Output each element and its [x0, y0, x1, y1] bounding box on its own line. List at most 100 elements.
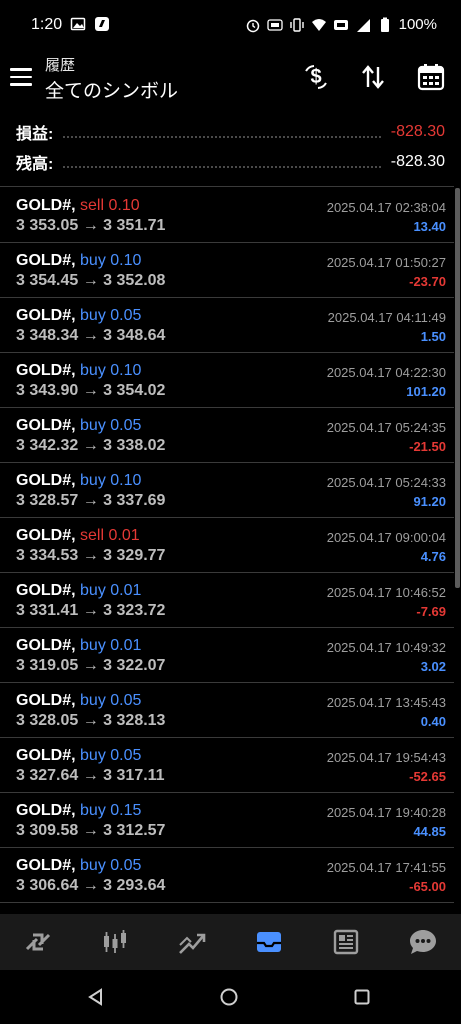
battery-percent: 100% — [398, 16, 437, 33]
bottom-navigation — [0, 914, 461, 970]
trade-row[interactable]: GOLD#, buy 0.10 3 354.45 → 3 352.08 2025.0… — [0, 243, 454, 298]
trade-row[interactable]: GOLD#, buy 0.15 3 309.58 → 3 312.57 2025.0… — [0, 793, 454, 848]
nav-news[interactable] — [307, 914, 384, 970]
trade-profit: 44.85 — [413, 824, 446, 839]
trade-side: buy — [80, 692, 106, 709]
trade-time: 2025.04.17 04:11:49 — [327, 310, 446, 325]
trade-profit: 4.76 — [420, 549, 446, 564]
trade-symbol-line: GOLD#, sell 0.10 — [16, 197, 140, 215]
status-notification-icons — [70, 16, 110, 32]
trade-symbol-line: GOLD#, buy 0.15 — [16, 802, 141, 820]
trade-volume: 0.10 — [110, 252, 142, 269]
trade-volume: 0.10 — [110, 362, 142, 379]
trade-profit: 1.50 — [420, 329, 446, 344]
system-back-button[interactable] — [86, 987, 106, 1007]
trade-symbol: GOLD#, — [16, 252, 76, 269]
trade-row[interactable]: GOLD#, buy 0.10 3 328.57 → 3 337.69 2025.0… — [0, 463, 454, 518]
menu-icon-bar — [10, 75, 32, 79]
trade-time: 2025.04.17 05:24:33 — [326, 475, 446, 490]
currency-exchange-icon: $ — [305, 65, 327, 89]
nav-quotes[interactable] — [0, 914, 77, 970]
list-scrollbar[interactable] — [455, 188, 460, 588]
app-notification-icon — [94, 16, 110, 32]
trade-open-close-prices: 3 331.41 → 3 323.72 — [16, 602, 166, 619]
symbol-filter-title[interactable]: 全てのシンボル — [45, 76, 178, 103]
trade-row[interactable]: GOLD#, buy 0.05 3 306.64 → 3 293.64 2025.0… — [0, 848, 454, 903]
trade-symbol-line: GOLD#, buy 0.05 — [16, 857, 141, 875]
trade-volume: 0.05 — [110, 692, 142, 709]
system-navigation-bar — [0, 970, 461, 1024]
trade-profit: -7.69 — [416, 604, 446, 619]
history-inbox-icon — [256, 932, 281, 952]
status-bar: 1:20 100% — [0, 0, 461, 50]
system-recents-button[interactable] — [352, 987, 372, 1007]
trade-row[interactable]: GOLD#, buy 0.01 3 331.41 → 3 323.72 2025.0… — [0, 573, 454, 628]
sort-arrows-icon — [362, 65, 384, 89]
wifi-icon — [311, 17, 327, 33]
dotted-leader — [63, 126, 381, 138]
trade-row[interactable]: GOLD#, sell 0.01 3 334.53 → 3 329.77 2025.… — [0, 518, 454, 573]
trade-row[interactable]: GOLD#, buy 0.10 3 343.90 → 3 354.02 2025.0… — [0, 353, 454, 408]
trade-symbol: GOLD#, — [16, 197, 76, 214]
trade-time: 2025.04.17 19:40:28 — [326, 805, 446, 820]
home-circle-icon — [220, 988, 238, 1006]
trade-symbol: GOLD#, — [16, 362, 76, 379]
trade-profit: -21.50 — [409, 439, 446, 454]
trade-profit: 13.40 — [413, 219, 446, 234]
gallery-icon — [70, 16, 86, 32]
trade-time: 2025.04.17 04:22:30 — [326, 365, 446, 380]
trade-volume: 0.05 — [110, 307, 142, 324]
trade-side: buy — [80, 857, 106, 874]
trade-open-close-prices: 3 334.53 → 3 329.77 — [16, 547, 166, 564]
trade-time: 2025.04.17 10:49:32 — [326, 640, 446, 655]
status-time: 1:20 — [31, 16, 63, 33]
trade-volume: 0.01 — [110, 582, 142, 599]
trade-open-close-prices: 3 354.45 → 3 352.08 — [16, 272, 166, 289]
page-subtitle: 履歴 — [45, 57, 76, 74]
trade-symbol-line: GOLD#, buy 0.05 — [16, 307, 141, 325]
trade-volume: 0.05 — [110, 857, 142, 874]
trade-symbol: GOLD#, — [16, 802, 76, 819]
signal-icon — [355, 17, 371, 33]
menu-icon-bar — [10, 68, 32, 71]
menu-button[interactable] — [10, 64, 36, 90]
trade-row[interactable]: GOLD#, buy 0.05 3 327.64 → 3 317.11 2025.0… — [0, 738, 454, 793]
news-icon — [333, 929, 358, 955]
trade-volume: 0.10 — [110, 472, 142, 489]
nav-history[interactable] — [230, 914, 307, 970]
nav-chat[interactable] — [384, 914, 461, 970]
trade-row[interactable]: GOLD#, buy 0.05 3 348.34 → 3 348.64 2025.0… — [0, 298, 454, 353]
trade-time: 2025.04.17 09:00:04 — [326, 530, 446, 545]
trade-profit: 91.20 — [413, 494, 446, 509]
trade-side: buy — [80, 362, 106, 379]
chat-icon — [409, 930, 436, 954]
profit-row: 損益: -828.30 — [16, 120, 445, 144]
trade-side: buy — [80, 802, 106, 819]
trade-side: buy — [80, 252, 106, 269]
trade-symbol-line: GOLD#, buy 0.05 — [16, 692, 141, 710]
trade-row[interactable]: GOLD#, buy 0.01 3 319.05 → 3 322.07 2025.0… — [0, 628, 454, 683]
trade-row[interactable]: GOLD#, sell 0.10 3 353.05 → 3 351.71 2025.… — [0, 188, 454, 243]
nav-chart[interactable] — [77, 914, 154, 970]
trade-open-close-prices: 3 328.57 → 3 337.69 — [16, 492, 166, 509]
trade-time: 2025.04.17 19:54:43 — [326, 750, 446, 765]
trade-side: sell — [80, 197, 105, 214]
trade-open-close-prices: 3 353.05 → 3 351.71 — [16, 217, 166, 234]
trade-row[interactable]: GOLD#, buy 0.05 3 342.32 → 3 338.02 2025.0… — [0, 408, 454, 463]
trade-volume: 0.01 — [108, 527, 140, 544]
candlestick-chart-icon — [104, 930, 127, 953]
status-system-icons: 100% — [245, 16, 437, 33]
deposit-filter-button[interactable]: $ — [299, 60, 333, 94]
trade-profit: 3.02 — [420, 659, 446, 674]
profit-label: 損益: — [16, 126, 54, 143]
trade-side: buy — [80, 417, 106, 434]
recents-square-icon — [354, 989, 370, 1005]
system-home-button[interactable] — [219, 987, 239, 1007]
nav-trade[interactable] — [154, 914, 231, 970]
calendar-button[interactable] — [414, 60, 448, 94]
sort-button[interactable] — [356, 60, 390, 94]
trade-icon — [179, 933, 206, 954]
trade-row[interactable]: GOLD#, buy 0.05 3 328.05 → 3 328.13 2025.0… — [0, 683, 454, 738]
trade-history-list[interactable]: GOLD#, sell 0.10 3 353.05 → 3 351.71 2025.… — [0, 188, 454, 915]
battery-icon — [377, 17, 393, 33]
